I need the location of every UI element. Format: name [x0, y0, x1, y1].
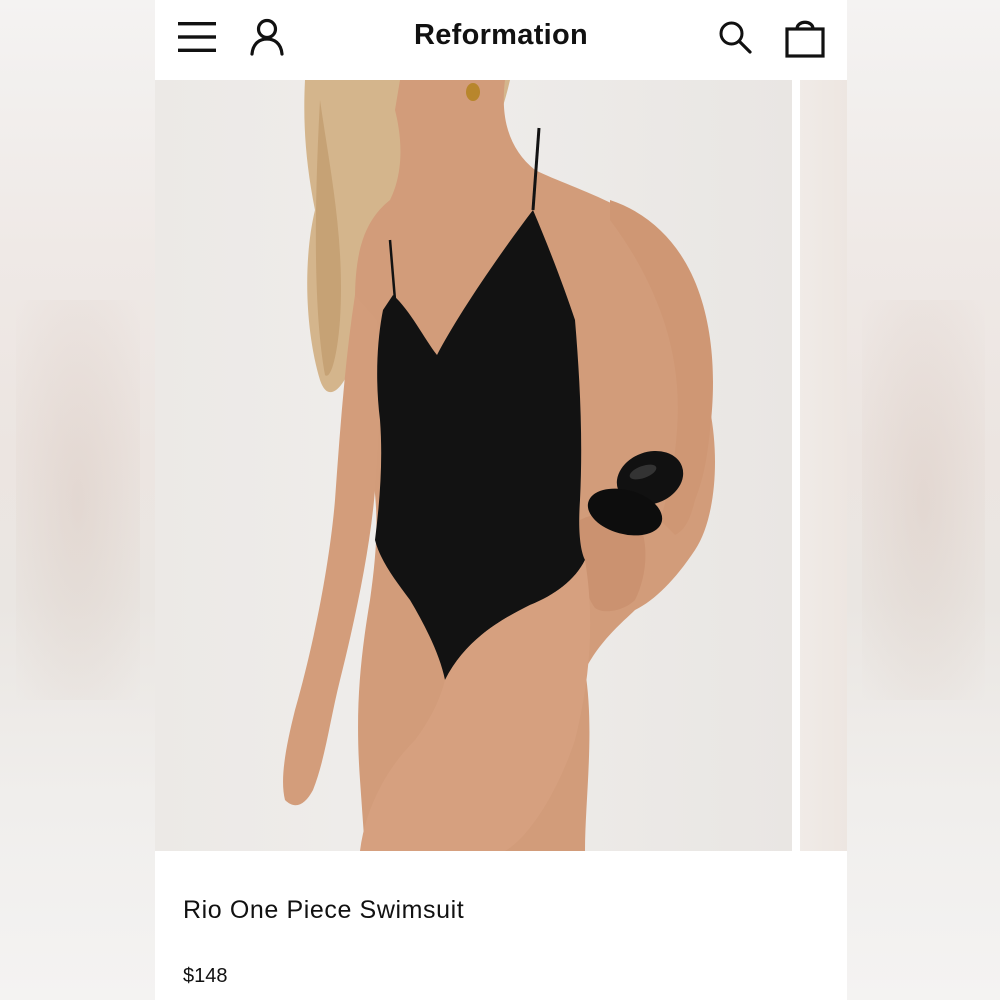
blurred-background-left [0, 0, 155, 1000]
product-page: Reformation Rio One Piece Swimsuit $148 [155, 0, 847, 1000]
product-image-carousel[interactable] [155, 80, 847, 851]
search-icon[interactable] [718, 20, 752, 54]
blurred-background-right [847, 0, 1000, 1000]
site-header: Reformation [155, 0, 847, 80]
model-illustration [283, 80, 715, 851]
screenshot-frame: Reformation Rio One Piece Swimsuit $148 [0, 0, 1000, 1000]
next-product-photo-peek[interactable] [800, 80, 847, 851]
bag-icon[interactable] [785, 16, 825, 58]
product-price: $148 [183, 965, 228, 987]
product-photo[interactable] [155, 80, 792, 851]
product-title: Rio One Piece Swimsuit [183, 896, 465, 924]
